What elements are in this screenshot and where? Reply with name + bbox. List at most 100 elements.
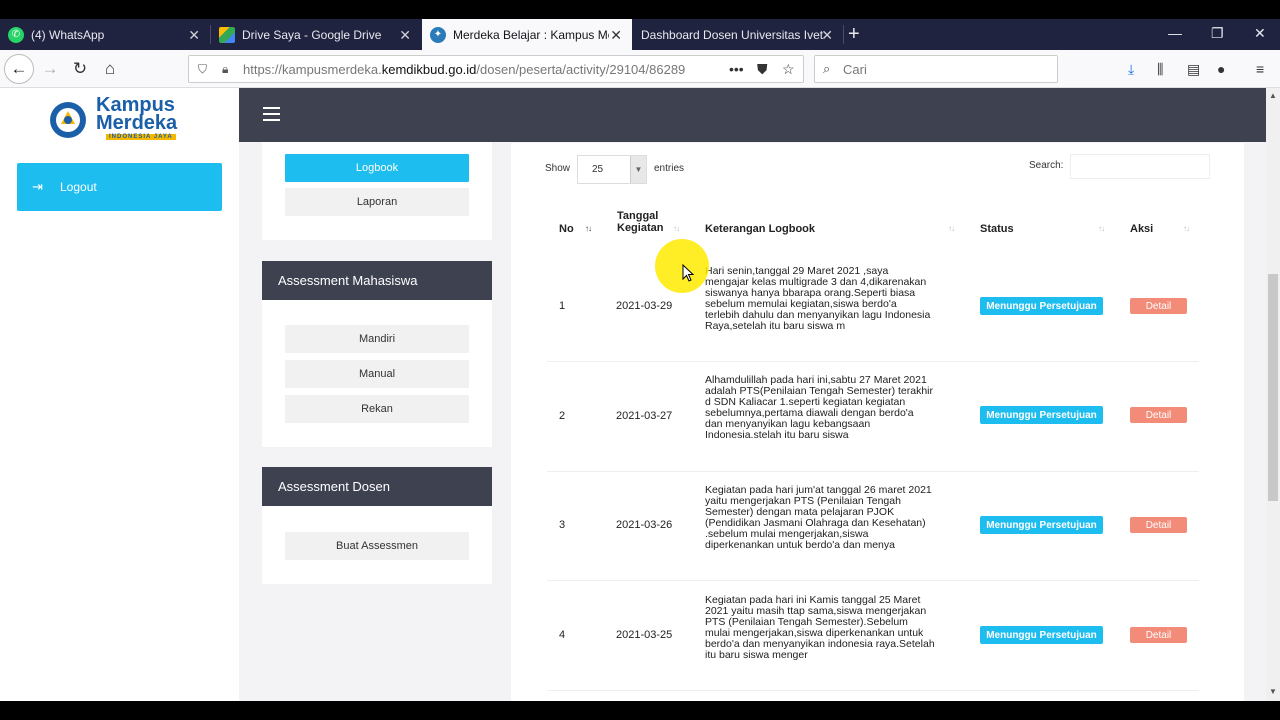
letterbox-bottom [0, 701, 1280, 720]
logout-button[interactable]: ⇥ Logout [17, 163, 222, 211]
logbook-button[interactable]: Logbook [285, 154, 469, 182]
detail-button[interactable]: Detail [1130, 407, 1187, 423]
home-icon[interactable]: ⌂ [98, 57, 122, 81]
close-tab-icon[interactable]: ✕ [821, 27, 833, 44]
row-divider [547, 361, 1199, 362]
restore-icon[interactable]: ❐ [1211, 25, 1224, 42]
page-size-value: 25 [592, 164, 604, 175]
header-date-line2[interactable]: Kegiatan [617, 223, 663, 234]
google-drive-icon [219, 26, 235, 43]
search-bar[interactable]: ⌕ Cari [814, 55, 1058, 83]
row-description: Hari senin,tanggal 29 Maret 2021 ,saya m… [705, 266, 955, 332]
download-icon[interactable]: ⤓ [1128, 61, 1134, 78]
tab-separator [843, 25, 844, 44]
bookmark-star-icon[interactable]: ☆ [782, 61, 795, 78]
close-window-icon[interactable]: ✕ [1254, 25, 1266, 42]
table-search-label: Search: [1029, 160, 1064, 171]
tab-title: Merdeka Belajar : Kampus Merdeka [453, 27, 609, 42]
screen: ✆ (4) WhatsApp ✕ Drive Saya - Google Dri… [0, 0, 1280, 720]
table-search-input[interactable] [1070, 154, 1210, 179]
header-status[interactable]: Status [980, 224, 1014, 235]
status-badge: Menunggu Persetujuan [980, 406, 1103, 424]
letterbox-top [0, 0, 1280, 19]
buat-assessmen-button[interactable]: Buat Assessmen [285, 532, 469, 560]
status-badge: Menunggu Persetujuan [980, 516, 1103, 534]
row-description: Alhamdulillah pada hari ini,sabtu 27 Mar… [705, 375, 955, 441]
detail-button[interactable]: Detail [1130, 517, 1187, 533]
assessment-dosen-title: Assessment Dosen [262, 467, 492, 506]
sidebar-icon[interactable]: ▤ [1187, 61, 1200, 78]
laporan-button[interactable]: Laporan [285, 188, 469, 216]
browser-navbar: ← → ↻ ⌂ https://kampusmerdeka. kemdikbud.… [0, 50, 1280, 88]
close-tab-icon[interactable]: ✕ [188, 27, 200, 44]
scroll-up-icon[interactable]: ▲ [1269, 91, 1277, 100]
row-number: 4 [559, 629, 566, 641]
sort-icon[interactable]: ↑↓ [1098, 224, 1105, 233]
forward-arrow-icon[interactable]: → [38, 57, 62, 81]
detail-button[interactable]: Detail [1130, 298, 1187, 314]
hamburger-menu-icon[interactable] [263, 107, 280, 121]
detail-button[interactable]: Detail [1130, 627, 1187, 643]
row-divider [547, 471, 1199, 472]
back-arrow-icon[interactable]: ← [4, 54, 34, 84]
kemdikbud-icon: ✦ [430, 26, 446, 43]
header-no[interactable]: No [559, 224, 574, 235]
header-keterangan[interactable]: Keterangan Logbook [705, 224, 815, 235]
show-label: Show [545, 163, 571, 174]
sort-icon[interactable]: ↑↓ [585, 224, 592, 233]
header-date-line1[interactable]: Tanggal [617, 211, 658, 222]
url-bar[interactable]: https://kampusmerdeka. kemdikbud.go.id/do… [188, 55, 804, 83]
close-tab-icon[interactable]: ✕ [399, 27, 411, 44]
header-aksi[interactable]: Aksi [1130, 224, 1153, 235]
tab-google-drive[interactable]: Drive Saya - Google Drive ✕ [211, 19, 421, 50]
entries-label: entries [654, 163, 685, 174]
top-header-bar [239, 88, 1266, 142]
status-badge: Menunggu Persetujuan [980, 297, 1103, 315]
row-date: 2021-03-27 [616, 410, 673, 422]
tracking-shield-icon[interactable]: ⛉ [198, 62, 207, 77]
row-divider [547, 580, 1199, 581]
sort-icon[interactable]: ↑↓ [1183, 224, 1190, 233]
pocket-icon[interactable]: ⛊ [757, 61, 768, 78]
activity-menu-card: Logbook Laporan [262, 142, 492, 240]
desc-line: Indonesia.stelah itu baru siswa [705, 429, 849, 441]
browser-tabstrip: ✆ (4) WhatsApp ✕ Drive Saya - Google Dri… [0, 19, 1280, 50]
scrollbar-thumb[interactable] [1268, 274, 1278, 501]
tab-kampus-merdeka[interactable]: ✦ Merdeka Belajar : Kampus Merdeka ✕ [422, 19, 632, 50]
reload-icon[interactable]: ↻ [68, 57, 92, 81]
assessment-mahasiswa-card: Assessment Mahasiswa Mandiri Manual Reka… [262, 261, 492, 447]
row-date: 2021-03-29 [616, 300, 673, 312]
rekan-button[interactable]: Rekan [285, 395, 469, 423]
account-icon[interactable]: ● [1217, 61, 1225, 77]
search-placeholder: Cari [843, 61, 867, 77]
desc-line: itu baru siswa menger [705, 649, 808, 661]
new-tab-icon[interactable]: + [848, 23, 860, 46]
page-actions-icon[interactable]: ••• [729, 61, 744, 77]
close-tab-icon[interactable]: ✕ [610, 27, 622, 44]
page-scrollbar[interactable]: ▲ ▼ [1266, 88, 1280, 701]
web-page: Kampus Merdeka INDONESIA JAYA ⇥ Logout L… [0, 88, 1266, 701]
url-domain: kemdikbud.go.id [381, 61, 477, 77]
page-size-select[interactable]: 25 ▼ [577, 155, 647, 184]
mandiri-button[interactable]: Mandiri [285, 325, 469, 353]
menu-icon[interactable]: ≡ [1256, 61, 1264, 77]
manual-button[interactable]: Manual [285, 360, 469, 388]
library-icon[interactable]: ⫼ [1157, 61, 1163, 78]
mouse-cursor-icon [682, 264, 694, 282]
whatsapp-icon: ✆ [8, 26, 24, 43]
tab-title: Drive Saya - Google Drive [242, 27, 382, 42]
logout-label: Logout [60, 180, 97, 194]
kampus-merdeka-logo[interactable]: Kampus Merdeka INDONESIA JAYA [48, 94, 193, 146]
assessment-dosen-card: Assessment Dosen Buat Assessmen [262, 467, 492, 584]
search-icon: ⌕ [823, 61, 831, 76]
sort-icon[interactable]: ↑↓ [948, 224, 955, 233]
lock-icon[interactable]: 🔒︎ [222, 62, 228, 77]
scroll-down-icon[interactable]: ▼ [1269, 687, 1277, 696]
minimize-icon[interactable]: — [1168, 25, 1182, 41]
sort-icon[interactable]: ↑↓ [673, 224, 680, 233]
logout-icon: ⇥ [32, 179, 43, 194]
tab-whatsapp[interactable]: ✆ (4) WhatsApp ✕ [0, 19, 210, 50]
tab-dashboard-dosen[interactable]: Dashboard Dosen Universitas Ivet ✕ [633, 19, 843, 50]
row-date: 2021-03-26 [616, 519, 673, 531]
logbook-table-panel: Show 25 ▼ entries Search: No ↑↓ Tanggal … [511, 143, 1244, 701]
